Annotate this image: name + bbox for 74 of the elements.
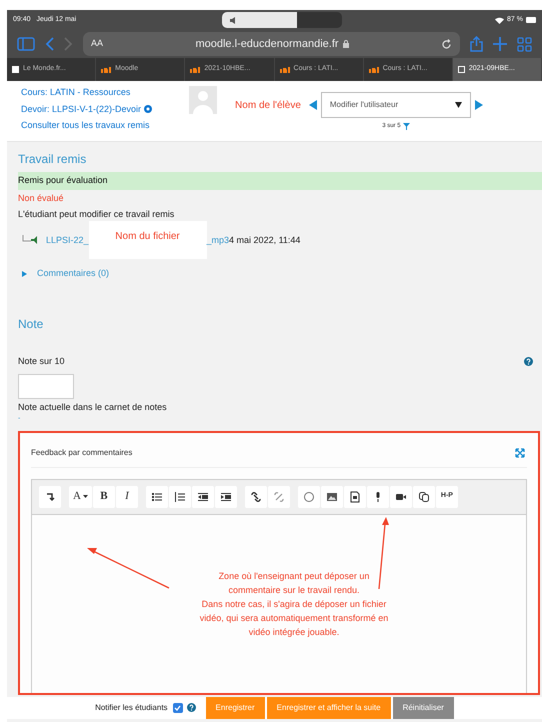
form-button[interactable]: Réinitialiser (392, 696, 454, 718)
tab-favicon (12, 66, 19, 73)
file-date: 4 mai 2022, 11:44 (229, 234, 300, 246)
address-bar[interactable]: AA moodle.l-educdenormandie.fr (83, 32, 460, 56)
status-bar-submitted: Remis pour évaluation (18, 172, 542, 190)
tab-favicon (458, 66, 465, 73)
section-heading: Travail remis (18, 151, 88, 168)
breadcrumb-link[interactable]: Devoir: LLPSI-V-1-(22)-Devoir (21, 102, 142, 116)
toolbar-button[interactable] (146, 486, 168, 508)
tabs-grid-icon[interactable] (517, 36, 532, 52)
student-name-label: Nom de l'élève (235, 99, 301, 113)
notify-checkbox[interactable] (172, 702, 183, 712)
unlink-icon (272, 490, 285, 502)
filter-icon[interactable] (402, 123, 410, 130)
moodle-favicon (190, 66, 200, 72)
checkmark-icon (174, 704, 182, 710)
file-icon (348, 490, 361, 502)
toolbar-button[interactable]: A (69, 486, 92, 508)
toolbar-button[interactable] (244, 486, 267, 508)
expand-triangle-icon[interactable] (22, 270, 27, 277)
annotation-text: Zone où l'enseignant peut déposer un commentaire sur le travail rendu. Dans notre cas, il s'agira de déposer un fichier vidéo, qui sera automatiquement transformé en vidéo intégrée jouable. (200, 570, 388, 638)
toolbar-button[interactable]: B (92, 486, 115, 508)
submission-info: L'étudiant peut modifier ce travail remis (18, 208, 176, 221)
breadcrumb-link[interactable]: Cours: LATIN - Ressources (21, 86, 130, 100)
breadcrumb-link[interactable]: Consulter tous les travaux remis (21, 119, 150, 132)
toolbar-button[interactable] (192, 486, 214, 508)
notify-label: Notifier les étudiants (95, 702, 168, 714)
avatar-icon (189, 86, 218, 114)
text-size-button[interactable]: AA (91, 37, 104, 51)
toolbar-button[interactable] (366, 486, 389, 508)
toolbar-button[interactable] (214, 486, 237, 508)
lock-icon (342, 40, 349, 48)
user-select[interactable]: Modifier l'utilisateur (320, 92, 471, 118)
toolbar-button[interactable] (390, 486, 412, 508)
moodle-favicon (368, 66, 379, 72)
grading-status: Non évalué (18, 192, 65, 204)
help-icon[interactable] (524, 356, 533, 366)
toolbar-button[interactable] (344, 486, 366, 508)
feedback-title: Feedback par commentaires (31, 446, 132, 458)
sidebar-icon[interactable] (17, 37, 35, 51)
current-grade-label: Note actuelle dans le carnet de notes (18, 401, 168, 414)
grade-label: Note sur 10 (18, 354, 65, 368)
toolbar-button[interactable] (39, 486, 61, 508)
expand-icon[interactable] (515, 448, 525, 458)
battery-icon (526, 17, 536, 23)
wifi-icon (495, 16, 504, 24)
plus-icon[interactable] (493, 37, 507, 51)
indent-icon (220, 490, 232, 502)
moodle-favicon (101, 66, 112, 72)
toolbar-button[interactable] (412, 486, 435, 508)
arrow-icon (44, 490, 56, 502)
previous-user-icon[interactable] (308, 100, 317, 110)
file-name-label: Nom du fichier (88, 221, 207, 260)
speaker-icon (230, 16, 238, 24)
caret-icon (82, 495, 88, 498)
toolbar-button[interactable]: I (116, 486, 138, 508)
share-icon[interactable] (470, 36, 483, 52)
help-icon[interactable] (186, 703, 196, 712)
dropdown-caret-icon (454, 102, 462, 108)
url-text: moodle.l-educdenormandie.fr (195, 36, 339, 52)
moodle-favicon (280, 66, 290, 72)
section-heading: Note (18, 316, 44, 332)
back-icon[interactable] (45, 37, 54, 51)
next-user-icon[interactable] (474, 100, 483, 110)
reload-icon[interactable] (440, 38, 452, 50)
link-icon (250, 490, 262, 502)
bullet-list-icon (150, 490, 163, 502)
image-icon (326, 490, 338, 502)
outdent-icon (196, 490, 209, 502)
grade-input[interactable] (18, 374, 74, 399)
toolbar-button[interactable] (320, 486, 343, 508)
toolbar-button[interactable] (168, 486, 191, 508)
numbered-list-icon (174, 490, 186, 502)
copy-icon (418, 490, 430, 502)
